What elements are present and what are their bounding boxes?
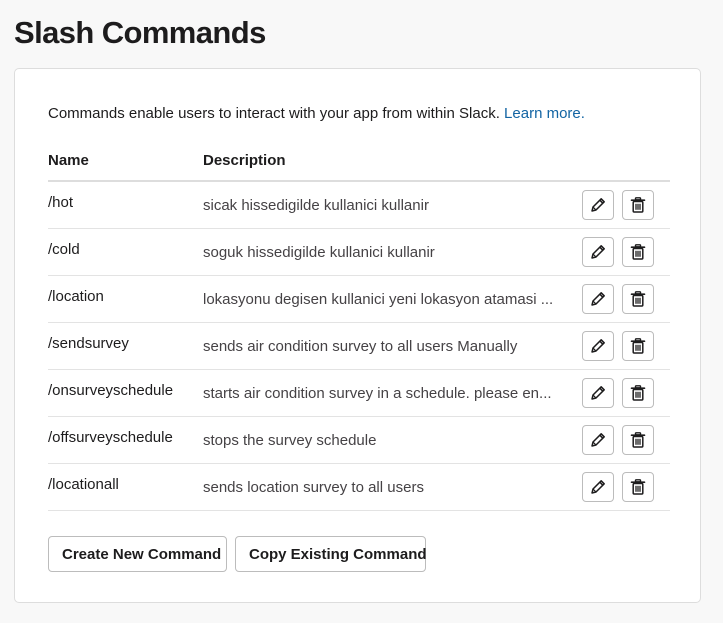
command-name: /locationall — [48, 476, 119, 493]
column-header-name: Name — [48, 152, 89, 169]
command-description: soguk hissedigilde kullanici kullanir — [203, 244, 435, 261]
pencil-icon — [591, 386, 605, 400]
learn-more-link[interactable]: Learn more. — [504, 105, 585, 122]
trash-icon — [630, 338, 646, 354]
commands-table: Name Description /hot sicak hissedigilde… — [48, 151, 670, 511]
pencil-icon — [591, 198, 605, 212]
intro-description: Commands enable users to interact with y… — [48, 105, 500, 122]
pencil-icon — [591, 292, 605, 306]
copy-existing-command-button[interactable]: Copy Existing Command — [235, 536, 427, 572]
table-row: /location lokasyonu degisen kullanici ye… — [48, 276, 670, 323]
delete-command-button[interactable] — [622, 472, 654, 502]
table-row: /locationall sends location survey to al… — [48, 464, 670, 511]
delete-command-button[interactable] — [622, 331, 654, 361]
table-row: /sendsurvey sends air condition survey t… — [48, 323, 670, 370]
command-name: /cold — [48, 241, 80, 258]
trash-icon — [630, 432, 646, 448]
command-description: starts air condition survey in a schedul… — [203, 385, 552, 402]
pencil-icon — [591, 245, 605, 259]
command-description: lokasyonu degisen kullanici yeni lokasyo… — [203, 291, 554, 308]
table-row: /onsurveyschedule starts air condition s… — [48, 370, 670, 417]
trash-icon — [630, 479, 646, 495]
table-body: /hot sicak hissedigilde kullanici kullan… — [48, 182, 670, 511]
commands-card: Commands enable users to interact with y… — [14, 68, 701, 603]
create-new-command-button[interactable]: Create New Command — [48, 536, 227, 572]
intro-text: Commands enable users to interact with y… — [48, 104, 585, 124]
trash-icon — [630, 197, 646, 213]
table-row: /offsurveyschedule stops the survey sche… — [48, 417, 670, 464]
trash-icon — [630, 244, 646, 260]
column-header-description: Description — [203, 152, 286, 169]
edit-command-button[interactable] — [582, 472, 614, 502]
delete-command-button[interactable] — [622, 284, 654, 314]
pencil-icon — [591, 433, 605, 447]
trash-icon — [630, 385, 646, 401]
command-name: /location — [48, 288, 104, 305]
delete-command-button[interactable] — [622, 378, 654, 408]
pencil-icon — [591, 480, 605, 494]
command-name: /hot — [48, 194, 74, 211]
edit-command-button[interactable] — [582, 190, 614, 220]
trash-icon — [630, 291, 646, 307]
table-row: /cold soguk hissedigilde kullanici kulla… — [48, 229, 670, 276]
edit-command-button[interactable] — [582, 284, 614, 314]
pencil-icon — [591, 339, 605, 353]
table-row: /hot sicak hissedigilde kullanici kullan… — [48, 182, 670, 229]
edit-command-button[interactable] — [582, 425, 614, 455]
edit-command-button[interactable] — [582, 331, 614, 361]
page-title: Slash Commands — [14, 15, 266, 50]
command-name: /sendsurvey — [48, 335, 129, 352]
command-name: /offsurveyschedule — [48, 429, 173, 446]
command-description: stops the survey schedule — [203, 432, 377, 449]
command-description: sicak hissedigilde kullanici kullanir — [203, 197, 429, 214]
delete-command-button[interactable] — [622, 425, 654, 455]
delete-command-button[interactable] — [622, 237, 654, 267]
table-header: Name Description — [48, 151, 670, 182]
edit-command-button[interactable] — [582, 237, 614, 267]
delete-command-button[interactable] — [622, 190, 654, 220]
edit-command-button[interactable] — [582, 378, 614, 408]
command-name: /onsurveyschedule — [48, 382, 174, 399]
command-description: sends location survey to all users — [203, 479, 424, 496]
command-description: sends air condition survey to all users … — [203, 338, 518, 355]
